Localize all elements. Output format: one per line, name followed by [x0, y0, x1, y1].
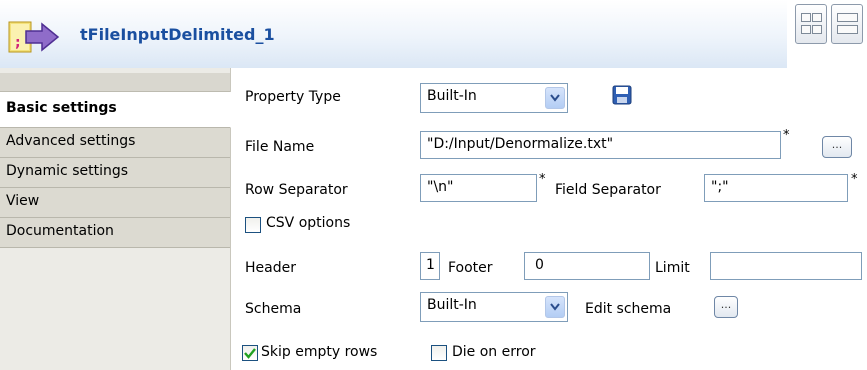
- required-marker: *: [783, 128, 790, 143]
- skip-empty-rows-checkbox[interactable]: [242, 345, 258, 361]
- sidebar-item-dynamic-settings[interactable]: Dynamic settings: [0, 158, 230, 188]
- chevron-down-icon[interactable]: [545, 296, 565, 318]
- check-mark-icon: [244, 348, 256, 359]
- header-input[interactable]: 1: [420, 252, 440, 280]
- schema-label: Schema: [245, 301, 302, 317]
- limit-label: Limit: [655, 260, 690, 276]
- edit-schema-button[interactable]: ...: [714, 296, 738, 318]
- row-separator-input[interactable]: "\n": [420, 174, 537, 202]
- sidebar-item-basic-settings[interactable]: Basic settings: [0, 92, 231, 128]
- sidebar-item-advanced-settings[interactable]: Advanced settings: [0, 128, 230, 158]
- footer-label: Footer: [448, 260, 493, 276]
- limit-input[interactable]: [710, 252, 862, 280]
- browse-file-button[interactable]: ...: [822, 136, 852, 158]
- csv-options-checkbox[interactable]: [245, 217, 261, 233]
- file-name-input[interactable]: "D:/Input/Denormalize.txt": [420, 131, 781, 159]
- die-on-error-label: Die on error: [452, 344, 536, 360]
- file-name-label: File Name: [245, 139, 315, 155]
- chevron-down-icon[interactable]: [545, 87, 565, 109]
- view-switcher: [787, 0, 867, 44]
- save-icon[interactable]: [612, 85, 632, 105]
- file-input-arrow-icon: ;: [8, 21, 60, 53]
- row-separator-label: Row Separator: [245, 182, 348, 198]
- csv-options-label: CSV options: [266, 215, 351, 231]
- field-separator-input[interactable]: ";": [704, 174, 848, 202]
- required-marker: *: [851, 172, 858, 187]
- sidebar-item-view[interactable]: View: [0, 188, 230, 218]
- die-on-error-checkbox[interactable]: [431, 345, 447, 361]
- sidebar-item-documentation[interactable]: Documentation: [0, 218, 230, 248]
- property-type-value: Built-In: [427, 88, 477, 104]
- footer-input[interactable]: 0: [524, 252, 650, 280]
- schema-select[interactable]: Built-In: [420, 292, 568, 322]
- list-view-button[interactable]: [831, 4, 863, 44]
- header-label: Header: [245, 260, 296, 276]
- property-type-label: Property Type: [245, 89, 341, 105]
- edit-schema-label: Edit schema: [585, 301, 672, 317]
- field-separator-label: Field Separator: [555, 182, 661, 198]
- sidebar-top-bar: [0, 73, 230, 92]
- svg-text:;: ;: [15, 35, 21, 51]
- required-marker: *: [539, 172, 546, 187]
- component-title: tFileInputDelimited_1: [80, 25, 275, 44]
- property-type-select[interactable]: Built-In: [420, 83, 568, 113]
- component-header: ; tFileInputDelimited_1: [0, 0, 787, 68]
- settings-sidebar: Basic settings Advanced settings Dynamic…: [0, 68, 231, 370]
- skip-empty-rows-label: Skip empty rows: [261, 344, 378, 360]
- schema-value: Built-In: [427, 297, 477, 313]
- grid-view-button[interactable]: [795, 4, 827, 44]
